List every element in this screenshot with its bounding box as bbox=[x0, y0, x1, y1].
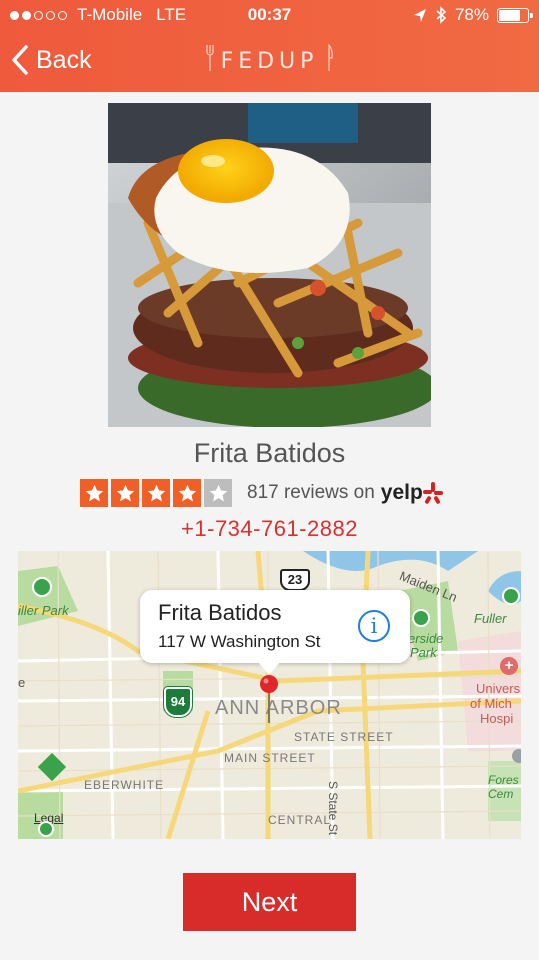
park-icon bbox=[38, 821, 54, 837]
rating-row: 817 reviews on yelp bbox=[80, 479, 443, 507]
location-arrow-icon bbox=[413, 8, 426, 22]
map-label: EBERWHITE bbox=[84, 778, 165, 792]
info-button[interactable]: i bbox=[358, 610, 390, 642]
park-icon bbox=[32, 577, 52, 597]
next-button[interactable]: Next bbox=[183, 873, 356, 931]
star-filled-icon bbox=[111, 479, 139, 507]
map-callout[interactable]: Frita Batidos 117 W Washington St i bbox=[140, 590, 410, 663]
map-label: STATE STREET bbox=[294, 730, 394, 744]
hospital-icon: + bbox=[500, 657, 518, 675]
star-filled-icon bbox=[173, 479, 201, 507]
yelp-burst-icon bbox=[422, 482, 443, 504]
map-label: Hospi bbox=[480, 711, 514, 726]
map-label: of Mich bbox=[470, 696, 512, 711]
knife-icon bbox=[328, 44, 334, 71]
battery-icon bbox=[497, 7, 533, 23]
route-23-shield: 23 bbox=[280, 569, 310, 591]
yelp-logo[interactable]: yelp bbox=[381, 481, 443, 505]
map-label: Cem bbox=[488, 787, 514, 801]
status-bar: T-Mobile LTE 00:37 78% bbox=[0, 0, 539, 30]
map-label: Park bbox=[410, 645, 437, 660]
map-label: Fuller bbox=[474, 611, 507, 626]
map-label: MAIN STREET bbox=[224, 751, 316, 765]
map-label: iller Park bbox=[18, 603, 69, 618]
map-pin-icon[interactable] bbox=[258, 673, 280, 725]
callout-address: 117 W Washington St bbox=[158, 632, 321, 651]
map-label: CENTRAL bbox=[268, 813, 332, 827]
nav-header: T-Mobile LTE 00:37 78% Back FEDUP bbox=[0, 0, 539, 92]
poi-icon bbox=[512, 749, 521, 763]
yelp-text: yelp bbox=[380, 481, 423, 504]
star-empty-icon bbox=[204, 479, 232, 507]
park-icon bbox=[412, 609, 430, 627]
star-filled-icon bbox=[142, 479, 170, 507]
park-icon bbox=[502, 587, 520, 605]
interstate-94-shield: 94 bbox=[164, 687, 192, 717]
fork-icon bbox=[205, 45, 214, 71]
restaurant-photo bbox=[108, 103, 431, 427]
burger-photo-image bbox=[108, 103, 431, 427]
bluetooth-icon bbox=[436, 6, 447, 24]
review-count: 817 reviews on bbox=[247, 482, 375, 503]
callout-tail bbox=[257, 661, 281, 675]
logo-text: FEDUP bbox=[220, 49, 319, 74]
map-label: e bbox=[18, 675, 26, 690]
star-rating bbox=[80, 479, 235, 507]
status-right: 78% bbox=[413, 5, 533, 25]
map-label: Fores bbox=[488, 773, 519, 787]
phone-link[interactable]: +1-734-761-2882 bbox=[0, 516, 539, 542]
map-label: Univers bbox=[476, 681, 521, 696]
battery-percent: 78% bbox=[454, 5, 489, 24]
restaurant-name: Frita Batidos bbox=[193, 438, 346, 468]
star-filled-icon bbox=[80, 479, 108, 507]
map-label: erside bbox=[408, 631, 444, 646]
app-logo: FEDUP bbox=[0, 44, 539, 74]
callout-title: Frita Batidos bbox=[158, 600, 282, 625]
